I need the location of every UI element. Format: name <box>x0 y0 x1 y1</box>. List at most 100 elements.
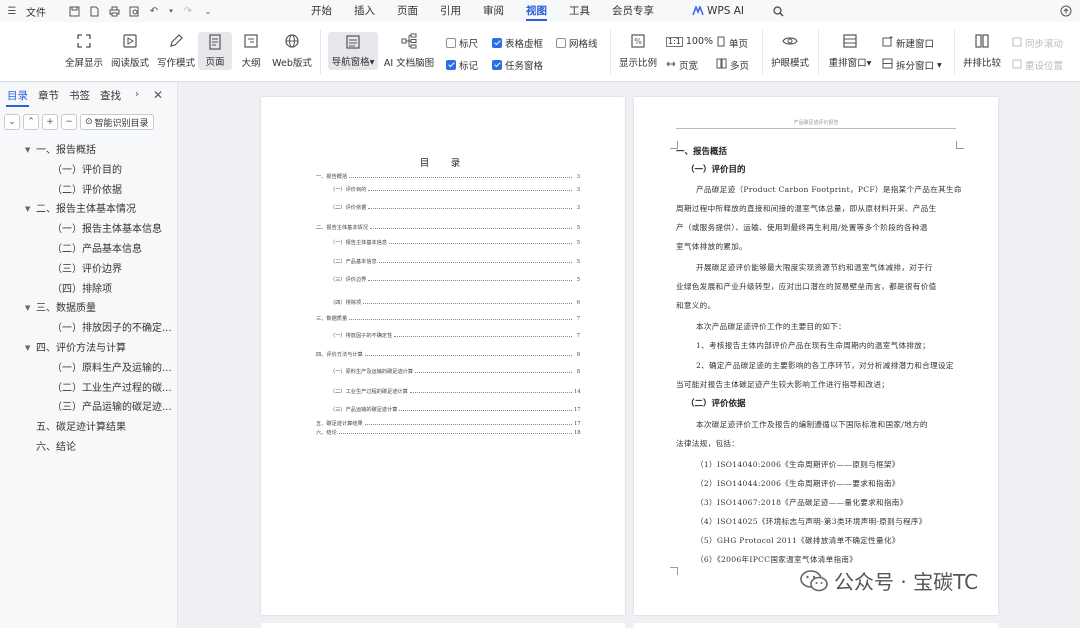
show-ratio-button[interactable]: % 显示比例 <box>616 22 660 80</box>
tab-5[interactable]: 视图 <box>515 0 558 22</box>
tab-1[interactable]: 插入 <box>343 0 386 22</box>
hamburger-menu-icon[interactable]: ☰ <box>6 5 18 17</box>
nav-tab-2[interactable]: 书签 <box>64 83 95 109</box>
fullscreen-button[interactable]: 全屏显示 <box>62 22 106 80</box>
toc-item[interactable]: （三）产品运输的碳足迹... <box>0 398 177 418</box>
toc-item[interactable]: ▼ 一、报告概括 <box>0 141 177 161</box>
nav-pane-button[interactable]: 导航窗格▾ <box>328 32 378 70</box>
marks-checkbox[interactable]: 标记 <box>446 58 478 72</box>
file-menu[interactable]: 文件 <box>26 4 46 19</box>
toc-page-row[interactable]: 六、结论 18 <box>316 426 581 436</box>
side-by-side-button[interactable]: 并排比较 <box>960 22 1004 80</box>
toc-page-row[interactable]: （二）评价依据 3 <box>316 201 580 211</box>
toc-item[interactable]: （二）评价依据 <box>0 181 177 201</box>
expand-arrow-icon[interactable]: ▼ <box>25 200 30 220</box>
toc-page-row[interactable]: 二、报告主体基本情况 5 <box>316 221 580 231</box>
reset-position-button[interactable]: 重设位置 <box>1012 58 1063 72</box>
zoom-100-button[interactable]: 1:1 100% <box>666 36 713 47</box>
task-pane-checkbox[interactable]: 任务窗格 <box>492 58 543 72</box>
nav-tab-1[interactable]: 章节 <box>33 83 64 109</box>
toc-page-row[interactable]: （一）排放因子的不确定性 7 <box>316 329 580 339</box>
nav-tab-0[interactable]: 目录 <box>2 83 33 109</box>
toc-page[interactable]: 目 录 一、报告概括 3 （一）评价目的 3 （二）评价依据 3 二、报告主体基本情况 5 （一… <box>261 97 625 615</box>
expand-arrow-icon[interactable]: ▼ <box>25 299 30 319</box>
cloud-upload-icon[interactable] <box>1060 5 1072 17</box>
print-preview-icon[interactable] <box>128 5 140 17</box>
tab-6[interactable]: 工具 <box>558 0 601 22</box>
toc-page-row[interactable]: 三、数据质量 7 <box>316 312 580 322</box>
smart-toc-icon: ⊙ <box>85 117 93 127</box>
toc-page-row[interactable]: （二）工业生产过程的碳足迹计算 14 <box>316 385 581 395</box>
toc-item[interactable]: ▼ 二、报告主体基本情况 <box>0 200 177 220</box>
toc-page-row[interactable]: （一）评价目的 3 <box>316 183 580 193</box>
writing-mode-button[interactable]: 写作模式 <box>154 22 198 80</box>
smart-toc-button[interactable]: ⊙ 智能识别目录 <box>80 114 154 130</box>
tab-3[interactable]: 引用 <box>429 0 472 22</box>
redo-icon[interactable]: ↷ <box>182 5 194 17</box>
toc-item[interactable]: ▼ 三、数据质量 <box>0 299 177 319</box>
single-page-button[interactable]: 单页 <box>716 36 748 50</box>
toc-item[interactable]: （一）排放因子的不确定... <box>0 319 177 339</box>
toc-page-row[interactable]: （三）产品运输的碳足迹计算 17 <box>316 403 581 413</box>
tabs-more-chevron-icon[interactable]: › <box>135 89 139 100</box>
content-line: 开展碳足迹评价能够最大限度实现资源节约和温室气体减排，对于行 <box>696 263 933 272</box>
outline-button[interactable]: 大纲 <box>236 22 266 80</box>
toc-page-row[interactable]: 四、评价方法与计算 8 <box>316 348 580 358</box>
document-canvas[interactable]: 目 录 一、报告概括 3 （一）评价目的 3 （二）评价依据 3 二、报告主体基本情况 5 （一… <box>178 83 1080 628</box>
table-gridlines-checkbox[interactable]: 表格虚框 <box>492 36 543 50</box>
print-icon[interactable] <box>108 5 120 17</box>
toc-item[interactable]: （一）报告主体基本信息 <box>0 220 177 240</box>
undo-dropdown-icon[interactable]: ▾ <box>168 5 174 17</box>
wps-ai-button[interactable]: WPS AI <box>692 0 744 22</box>
ai-mindmap-button[interactable]: AI 文档脑图 <box>384 22 434 80</box>
pen-icon <box>167 32 185 50</box>
toc-item[interactable]: （二）产品基本信息 <box>0 240 177 260</box>
toc-item[interactable]: （三）评价边界 <box>0 260 177 280</box>
toc-item[interactable]: 六、结论 <box>0 438 177 458</box>
nav-tab-3[interactable]: 查找 <box>95 83 126 109</box>
toc-item[interactable]: 五、碳足迹计算结果 <box>0 418 177 438</box>
toc-page-row[interactable]: （三）评价边界 5 <box>316 273 580 283</box>
rearrange-windows-button[interactable]: 重排窗口▾ <box>824 22 876 80</box>
toc-page-row[interactable]: （一）原料生产及运输的碳足迹计算 8 <box>316 365 580 375</box>
expand-arrow-icon[interactable]: ▼ <box>25 339 30 359</box>
undo-icon[interactable]: ↶ <box>148 5 160 17</box>
sync-scroll-button[interactable]: 同步滚动 <box>1012 36 1063 50</box>
toc-page-row[interactable]: 一、报告概括 3 <box>316 170 580 180</box>
web-layout-button[interactable]: Web版式 <box>270 22 314 80</box>
tab-2[interactable]: 页面 <box>386 0 429 22</box>
reading-mode-button[interactable]: 阅读版式 <box>108 22 152 80</box>
expand-up-icon[interactable]: ⌃ <box>23 114 39 130</box>
toc-item[interactable]: ▼ 四、评价方法与计算 <box>0 339 177 359</box>
tab-4[interactable]: 审阅 <box>472 0 515 22</box>
toc-page-row[interactable]: （四）排除项 6 <box>316 296 580 306</box>
multi-page-button[interactable]: 多页 <box>716 58 749 72</box>
split-window-button[interactable]: 拆分窗口 ▾ <box>882 58 942 72</box>
tab-0[interactable]: 开始 <box>300 0 343 22</box>
search-icon[interactable] <box>772 5 784 17</box>
toc-item[interactable]: （二）工业生产过程的碳... <box>0 379 177 399</box>
close-nav-pane-icon[interactable]: ✕ <box>153 88 163 102</box>
add-heading-icon[interactable]: + <box>42 114 58 130</box>
toc-item[interactable]: （一）原料生产及运输的... <box>0 359 177 379</box>
remove-heading-icon[interactable]: − <box>61 114 77 130</box>
toc-page-row[interactable]: （一）报告主体基本信息 5 <box>316 236 580 246</box>
expand-arrow-icon[interactable]: ▼ <box>25 141 30 161</box>
toc-item[interactable]: （一）评价目的 <box>0 161 177 181</box>
page-mode-button[interactable]: 页面 <box>198 32 232 70</box>
toc-page-row[interactable]: （二）产品基本信息 5 <box>316 255 580 265</box>
toc-item[interactable]: （四）排除项 <box>0 280 177 300</box>
content-page[interactable]: 产品碳足迹评价报告 一、报告概括 （一）评价目的 产品碳足迹（Product Car… <box>634 97 998 615</box>
eye-mode-button[interactable]: 护眼模式 <box>768 22 812 80</box>
export-pdf-icon[interactable] <box>88 5 100 17</box>
collapse-all-icon[interactable]: ⌄ <box>4 114 20 130</box>
new-window-button[interactable]: 新建窗口 <box>882 36 934 50</box>
gridlines-checkbox[interactable]: 网格线 <box>556 36 598 50</box>
tab-7[interactable]: 会员专享 <box>601 0 665 22</box>
toc-row-text: （一）排放因子的不确定性 <box>330 333 393 339</box>
toc-item-label: （三）评价边界 <box>52 263 122 275</box>
save-icon[interactable] <box>68 5 80 17</box>
more-chevron-icon[interactable]: ⌄ <box>202 5 214 17</box>
page-width-button[interactable]: 页宽 <box>666 58 698 72</box>
ruler-checkbox[interactable]: 标尺 <box>446 36 478 50</box>
